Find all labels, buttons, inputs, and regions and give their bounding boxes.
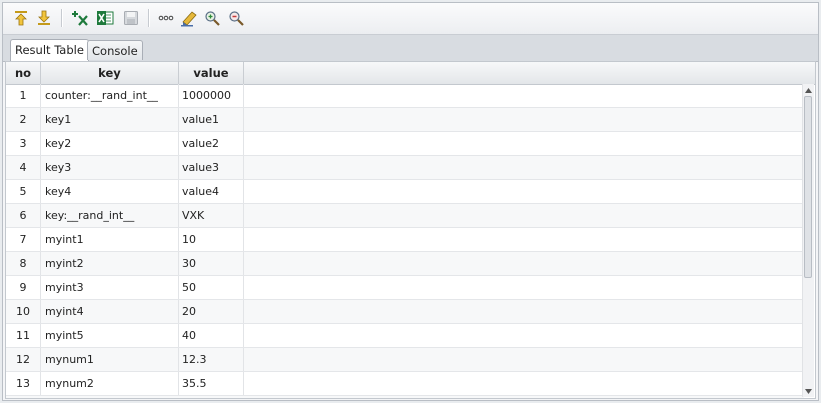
value-cell[interactable]: 12.3 <box>179 348 244 371</box>
table-row[interactable]: 10 myint4 20 <box>6 300 804 324</box>
table-row[interactable]: 5 key4 value4 <box>6 180 804 204</box>
value-cell[interactable]: 40 <box>179 324 244 347</box>
table-row[interactable]: 7 myint1 10 <box>6 228 804 252</box>
key-cell[interactable]: key2 <box>41 132 179 155</box>
zoom-out-icon[interactable] <box>226 8 246 28</box>
tab-console[interactable]: Console <box>87 40 143 60</box>
value-cell[interactable]: VXK <box>179 204 244 227</box>
result-panel: Result Table Console no key value 1 coun… <box>2 2 819 401</box>
grid-rows: 1 counter:__rand_int__ 1000000 2 key1 va… <box>6 84 804 398</box>
value-cell[interactable]: value2 <box>179 132 244 155</box>
value-cell[interactable]: 10 <box>179 228 244 251</box>
move-up-icon[interactable] <box>11 8 31 28</box>
more-icon[interactable] <box>156 8 176 28</box>
scrollbar-thumb[interactable] <box>804 96 812 278</box>
key-cell[interactable]: mynum1 <box>41 348 179 371</box>
key-cell[interactable]: key3 <box>41 156 179 179</box>
row-number: 9 <box>6 276 41 299</box>
value-cell[interactable]: value1 <box>179 108 244 131</box>
row-number: 5 <box>6 180 41 203</box>
column-header-no[interactable]: no <box>6 62 41 84</box>
key-cell[interactable]: myint2 <box>41 252 179 275</box>
move-down-icon[interactable] <box>34 8 54 28</box>
toolbar <box>3 3 818 35</box>
table-row[interactable]: 11 myint5 40 <box>6 324 804 348</box>
table-row[interactable]: 4 key3 value3 <box>6 156 804 180</box>
value-cell[interactable]: 35.5 <box>179 372 244 395</box>
tab-strip: Result Table Console <box>3 35 818 62</box>
key-cell[interactable]: myint4 <box>41 300 179 323</box>
row-number: 7 <box>6 228 41 251</box>
key-cell[interactable]: counter:__rand_int__ <box>41 84 179 107</box>
table-row[interactable]: 8 myint2 30 <box>6 252 804 276</box>
scroll-down-icon[interactable] <box>803 386 814 396</box>
clear-icon[interactable] <box>70 8 90 28</box>
key-cell[interactable]: key:__rand_int__ <box>41 204 179 227</box>
edit-icon[interactable] <box>179 8 199 28</box>
value-cell[interactable]: 20 <box>179 300 244 323</box>
key-cell[interactable]: mynum2 <box>41 372 179 395</box>
row-number: 4 <box>6 156 41 179</box>
table-row[interactable] <box>6 396 804 398</box>
key-cell[interactable]: key1 <box>41 108 179 131</box>
row-number: 12 <box>6 348 41 371</box>
table-row[interactable]: 9 myint3 50 <box>6 276 804 300</box>
toolbar-separator <box>61 9 63 27</box>
row-number: 6 <box>6 204 41 227</box>
row-number: 11 <box>6 324 41 347</box>
value-cell[interactable]: 50 <box>179 276 244 299</box>
row-number: 1 <box>6 84 41 107</box>
key-cell[interactable]: myint1 <box>41 228 179 251</box>
value-cell[interactable]: value3 <box>179 156 244 179</box>
key-cell[interactable]: myint3 <box>41 276 179 299</box>
result-grid: no key value 1 counter:__rand_int__ 1000… <box>5 61 816 399</box>
key-cell[interactable]: myint5 <box>41 324 179 347</box>
scroll-up-icon[interactable] <box>803 85 814 95</box>
row-number: 8 <box>6 252 41 275</box>
toolbar-separator <box>148 9 150 27</box>
value-cell[interactable]: 30 <box>179 252 244 275</box>
row-number: 3 <box>6 132 41 155</box>
zoom-in-icon[interactable] <box>202 8 222 28</box>
table-row[interactable]: 13 mynum2 35.5 <box>6 372 804 396</box>
table-row[interactable]: 1 counter:__rand_int__ 1000000 <box>6 84 804 108</box>
row-number: 2 <box>6 108 41 131</box>
table-row[interactable]: 2 key1 value1 <box>6 108 804 132</box>
column-header-key[interactable]: key <box>41 62 179 84</box>
row-number: 10 <box>6 300 41 323</box>
grid-header: no key value <box>6 62 815 85</box>
table-row[interactable]: 6 key:__rand_int__ VXK <box>6 204 804 228</box>
tab-result-table[interactable]: Result Table <box>10 39 89 61</box>
excel-export-icon[interactable] <box>95 8 115 28</box>
save-icon[interactable] <box>121 8 141 28</box>
vertical-scrollbar[interactable] <box>802 84 814 397</box>
value-cell[interactable]: value4 <box>179 180 244 203</box>
column-header-value[interactable]: value <box>179 62 244 84</box>
table-row[interactable]: 12 mynum1 12.3 <box>6 348 804 372</box>
row-number: 13 <box>6 372 41 395</box>
key-cell[interactable]: key4 <box>41 180 179 203</box>
table-row[interactable]: 3 key2 value2 <box>6 132 804 156</box>
value-cell[interactable]: 1000000 <box>179 84 244 107</box>
